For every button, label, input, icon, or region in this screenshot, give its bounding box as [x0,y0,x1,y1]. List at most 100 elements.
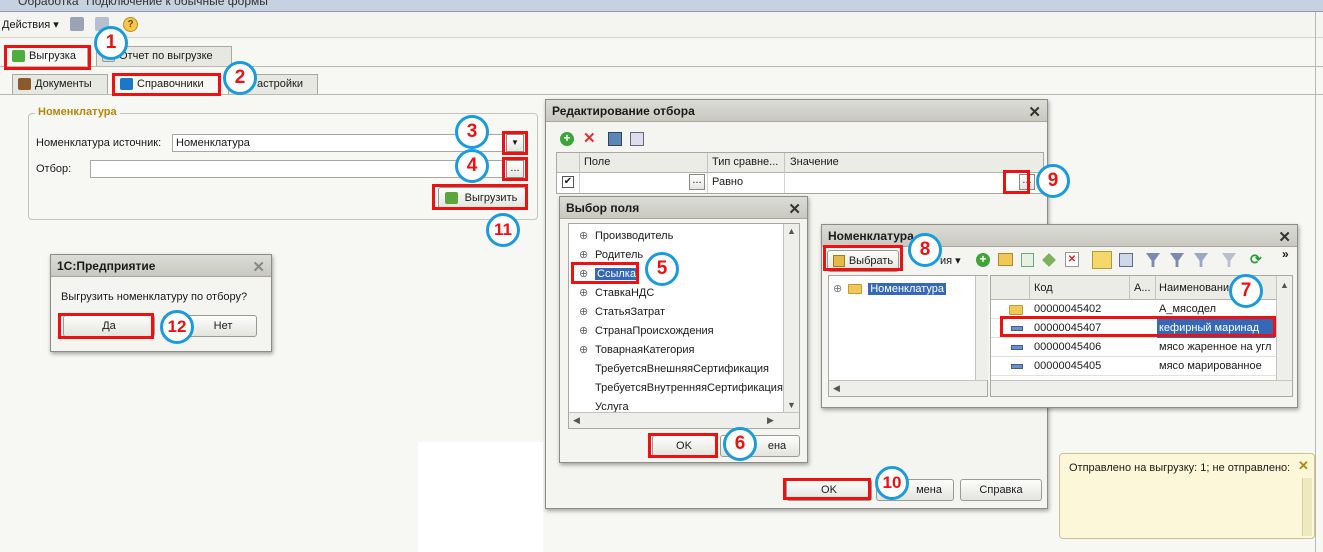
scroll-right-icon[interactable]: ▶ [767,415,774,426]
filter-label: Отбор: [36,163,72,175]
scroll-left-icon[interactable]: ◀ [573,415,580,426]
notification-scrollbar[interactable] [1302,478,1312,536]
row-compare[interactable]: Равно [712,176,743,188]
yes-button[interactable]: Да [63,315,155,337]
tree-root-item[interactable]: ⊕ Номенклатура [833,282,947,295]
edit-icon[interactable] [1042,253,1056,267]
list-item[interactable]: ⊕ Родитель [579,246,643,265]
group-icon[interactable] [608,132,622,146]
filter-help-button[interactable]: Справка [960,479,1042,501]
refresh-icon[interactable]: ⟳ [1250,251,1262,268]
add-folder-icon[interactable] [998,253,1013,266]
close-icon[interactable]: ✕ [252,257,265,279]
expand-icon[interactable]: ⊕ [579,341,589,360]
confirm-message: Выгрузить номенклатуру по отбору? [61,291,248,303]
tree-view-icon[interactable] [1119,253,1133,267]
field-list-hscroll[interactable]: ◀ ▶ [569,412,799,428]
delete-icon[interactable]: ✕ [583,129,596,147]
filter-icon[interactable] [1146,253,1160,267]
confirm-dialog: 1С:Предприятие ✕ Выгрузить номенклатуру … [50,254,272,352]
filter-input[interactable] [90,160,504,178]
catalog-list-scrollbar[interactable]: ▲ [1276,276,1292,380]
field-select-dialog: Выбор поля ✕ ⊕ Производитель ⊕ Родитель ⊕ Ссы… [559,196,808,463]
list-item[interactable]: ТребуетсяВнешняяСертификация [579,360,769,379]
catalog-actions-menu[interactable]: ия ▾ [940,254,961,267]
scroll-left-icon[interactable]: ◀ [833,383,840,394]
actions-menu[interactable]: Действия ▾ [2,18,59,31]
expand-icon[interactable]: ⊕ [579,265,589,284]
copy-icon[interactable] [630,132,644,146]
table-row[interactable]: 00000045407 кефирный маринад [991,319,1276,338]
filter-dialog-titlebar: Редактирование отбора ✕ [546,100,1047,122]
expand-icon[interactable]: ⊕ [579,322,589,341]
list-item[interactable]: ⊕ СтатьяЗатрат [579,303,665,322]
more-icon[interactable]: » [1282,247,1289,261]
catalog-tree: ⊕ Номенклатура ◀ [828,275,988,397]
delete-icon[interactable]: ✕ [1065,252,1079,267]
hierarchy-icon[interactable] [1092,251,1112,269]
window-titlebar: Обработка "Подключение к обычные формы" [0,0,1323,12]
field-list: ⊕ Производитель ⊕ Родитель ⊕ Ссылка ⊕ СтавкаНДС… [568,223,800,429]
window-right-edge [1315,12,1316,552]
list-item[interactable]: ⊕ Производитель [579,227,673,246]
annotation-badge-9: 9 [1036,164,1070,198]
close-icon[interactable]: ✕ [1278,227,1291,249]
tree-hscroll[interactable]: ◀ [829,380,987,396]
filter-value-icon[interactable] [1170,253,1184,267]
row-checkbox[interactable]: ✔ [562,176,574,188]
field-ok-button[interactable]: OK [652,435,716,457]
column-field: Поле [584,156,611,168]
tab-export[interactable]: Выгрузка [6,46,88,66]
expand-icon[interactable]: ⊕ [579,227,589,246]
list-item[interactable]: ТребуетсяВнутренняяСертификация [579,379,783,398]
help-icon[interactable]: ? [123,17,138,32]
add-icon[interactable]: + [560,132,574,146]
copy-icon[interactable] [1021,253,1034,267]
scroll-up-icon[interactable]: ▲ [1277,280,1292,290]
list-item-label: Производитель [595,230,674,242]
blank-area [418,442,543,552]
filter-select-button[interactable]: ... [506,160,524,178]
scroll-up-icon[interactable]: ▲ [784,226,799,236]
close-icon[interactable]: ✕ [1028,102,1041,124]
row-value-select-button[interactable]: ... [1019,174,1035,190]
table-row[interactable]: ✔ ... Равно ... [557,173,1043,193]
close-icon[interactable]: ✕ [1298,458,1309,474]
list-item[interactable]: ⊕ СтавкаНДС [579,284,654,303]
filter-ok-button[interactable]: OK [786,479,872,501]
save-icon[interactable] [70,17,84,31]
tree-scrollbar[interactable] [975,276,988,380]
clear-filter-icon[interactable] [1222,253,1236,267]
select-button[interactable]: Выбрать [827,250,899,272]
catalog-list-hscroll[interactable] [991,380,1292,396]
tab-documents[interactable]: Документы [12,74,108,94]
expand-icon[interactable]: ⊕ [579,246,589,265]
expand-icon[interactable]: ⊕ [579,303,589,322]
close-icon[interactable]: ✕ [788,199,801,221]
export-button[interactable]: Выгрузить [438,187,526,209]
expand-icon[interactable]: ⊕ [579,284,589,303]
tab-catalogs[interactable]: Справочники [114,74,220,94]
add-icon[interactable]: + [976,253,990,267]
field-list-scrollbar[interactable]: ▲ ▼ [783,224,799,412]
table-row[interactable]: 00000045405 мясо марированное [991,357,1276,376]
source-label: Номенклатура источник: [36,137,162,149]
list-item-label: СтавкаНДС [595,287,655,299]
item-icon [1011,326,1023,331]
annotation-badge-4: 4 [455,149,489,183]
row-name: мясо марированное [1159,360,1262,372]
expand-icon[interactable]: ⊕ [833,283,842,295]
table-row[interactable]: 00000045406 мясо жаренное на угл [991,338,1276,357]
row-field-select-button[interactable]: ... [689,174,705,190]
source-dropdown-button[interactable]: ▼ [506,134,524,152]
list-item[interactable]: ⊕ ТоварнаяКатегория [579,341,695,360]
annotation-badge-3: 3 [455,115,489,149]
scroll-down-icon[interactable]: ▼ [787,400,796,410]
column-compare: Тип сравне... [712,156,779,168]
filter-history-icon[interactable] [1194,253,1208,267]
row-code: 00000045405 [1034,360,1102,372]
source-input[interactable]: Номенклатура [172,134,504,152]
annotation-badge-12: 12 [160,310,194,344]
list-item[interactable]: ⊕ Ссылка [579,265,638,284]
list-item[interactable]: ⊕ СтранаПроисхождения [579,322,714,341]
